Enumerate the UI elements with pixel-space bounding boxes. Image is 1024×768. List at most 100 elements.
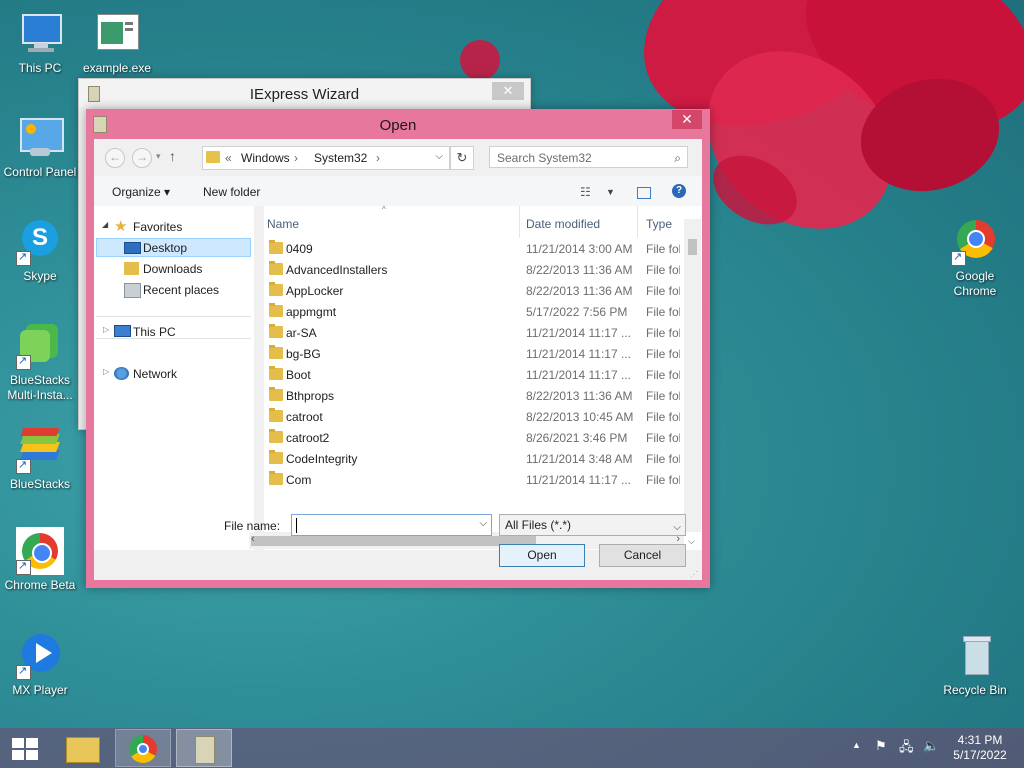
view-dropdown-icon[interactable]: ▼	[606, 187, 615, 197]
desktop-icon-google-chrome[interactable]: Google Chrome	[935, 218, 1015, 299]
taskbar-file-explorer[interactable]	[55, 729, 111, 767]
file-row[interactable]: Boot 11/21/2014 11:17 ... File fol	[264, 364, 684, 385]
folder-icon	[269, 387, 283, 401]
file-row-date: 11/21/2014 3:00 AM	[526, 242, 633, 256]
up-arrow-icon[interactable]: ↑	[169, 148, 176, 164]
file-name-input[interactable]: ⌵	[291, 514, 492, 536]
search-input[interactable]: Search System32 ⌕	[489, 146, 688, 168]
breadcrumb-system32[interactable]: System32	[314, 151, 367, 165]
downloads-folder-icon	[124, 262, 139, 275]
file-row[interactable]: catroot 8/22/2013 10:45 AM File fol	[264, 406, 684, 427]
clock-time: 4:31 PM	[957, 733, 1003, 747]
expand-this-pc-icon[interactable]: ▷	[103, 325, 109, 334]
desktop-icon-control-panel[interactable]: Control Panel	[0, 114, 80, 180]
column-header-date-modified[interactable]: Date modified	[526, 217, 600, 231]
address-bar[interactable]: « Windows › System32 › ⌵	[202, 146, 450, 170]
volume-muted-icon[interactable]: 🔈	[923, 738, 939, 754]
navigation-pane: ◢ ★ Favorites Desktop Downloads Recent p…	[94, 206, 254, 550]
divider	[96, 316, 251, 317]
back-arrow-icon[interactable]: ←	[105, 148, 125, 168]
preview-pane-icon[interactable]	[637, 187, 651, 199]
scroll-down-icon[interactable]: ⌵	[688, 536, 695, 547]
divider	[96, 338, 251, 339]
file-row-name: 0409	[286, 242, 313, 256]
address-dropdown-icon[interactable]: ⌵	[435, 151, 443, 162]
recent-locations-chevron-icon[interactable]: ▾	[156, 151, 161, 162]
collapse-favorites-icon[interactable]: ◢	[102, 220, 108, 229]
desktop-icon-example-exe[interactable]: example.exe	[77, 10, 157, 76]
iexpress-title: IExpress Wizard	[249, 86, 360, 103]
desktop-icon-label: BlueStacks	[9, 477, 71, 491]
vertical-scroll-thumb[interactable]	[688, 239, 697, 255]
file-row-name: Com	[286, 473, 312, 487]
column-header-type[interactable]: Type	[646, 217, 672, 231]
desktop-icon-recycle-bin[interactable]: Recycle Bin	[935, 632, 1015, 698]
bluestacks-multi-icon	[16, 322, 64, 370]
file-type-select[interactable]: All Files (*.*) ⌵	[499, 514, 686, 536]
desktop-icon-bluestacks[interactable]: BlueStacks	[0, 426, 80, 492]
close-button[interactable]: ✕	[672, 110, 702, 129]
file-type-value: All Files (*.*)	[505, 518, 572, 532]
chrome-beta-icon	[16, 527, 64, 575]
folder-icon	[269, 240, 283, 254]
file-row-type: File fol	[646, 452, 680, 466]
new-folder-button[interactable]: New folder	[203, 185, 260, 199]
breadcrumb-windows[interactable]: Windows	[241, 151, 290, 165]
column-divider[interactable]	[519, 206, 520, 238]
network-icon[interactable]: 🖧	[899, 738, 914, 760]
column-header-name[interactable]: Name	[267, 217, 299, 231]
organize-button[interactable]: Organize ▾	[112, 185, 170, 199]
file-row[interactable]: ar-SA 11/21/2014 11:17 ... File fol	[264, 322, 684, 343]
file-row[interactable]: appmgmt 5/17/2022 7:56 PM File fol	[264, 301, 684, 322]
horizontal-scroll-thumb[interactable]	[251, 536, 536, 546]
show-hidden-icons-chevron[interactable]: ▲	[852, 740, 861, 750]
file-row[interactable]: AppLocker 8/22/2013 11:36 AM File fol	[264, 280, 684, 301]
file-row[interactable]: catroot2 8/26/2021 3:46 PM File fol	[264, 427, 684, 448]
file-row[interactable]: Bthprops 8/22/2013 11:36 AM File fol	[264, 385, 684, 406]
desktop-icon-skype[interactable]: S Skype	[0, 218, 80, 284]
desktop-icon-this-pc[interactable]: This PC	[0, 10, 80, 76]
column-divider[interactable]	[637, 206, 638, 238]
file-row-name: catroot2	[286, 431, 330, 445]
file-row[interactable]: bg-BG 11/21/2014 11:17 ... File fol	[264, 343, 684, 364]
desktop-icon-label: Recycle Bin	[943, 683, 1007, 697]
taskbar-iexpress[interactable]	[176, 729, 232, 767]
scroll-left-icon[interactable]: ‹	[251, 533, 255, 545]
breadcrumb-separator: ›	[376, 151, 380, 165]
desktop-icon-mx-player[interactable]: MX Player	[0, 632, 80, 698]
file-explorer-icon	[66, 737, 100, 763]
file-row[interactable]: CodeIntegrity 11/21/2014 3:48 AM File fol	[264, 448, 684, 469]
file-row[interactable]: 0409 11/21/2014 3:00 AM File fol	[264, 238, 684, 259]
resize-grip-icon[interactable]: ⋰	[690, 570, 698, 579]
file-row[interactable]: Com 11/21/2014 11:17 ... File fol	[264, 469, 684, 490]
vertical-scrollbar[interactable]	[684, 219, 701, 532]
cancel-button[interactable]: Cancel	[599, 544, 686, 567]
iexpress-titlebar[interactable]: IExpress Wizard ✕	[79, 79, 530, 108]
network-icon	[114, 367, 129, 380]
iexpress-close-button[interactable]: ✕	[492, 82, 524, 100]
open-dialog-titlebar[interactable]: Open ✕	[86, 109, 710, 139]
clock[interactable]: 4:31 PM 5/17/2022	[950, 733, 1010, 763]
desktop-icon-label: MX Player	[12, 683, 68, 697]
taskbar-chrome[interactable]	[115, 729, 171, 767]
desktop-icon-chrome-beta[interactable]: Chrome Beta	[0, 527, 80, 593]
file-row-name: Boot	[286, 368, 311, 382]
start-button[interactable]	[0, 729, 48, 767]
forward-arrow-icon[interactable]: →	[132, 148, 152, 168]
desktop-icon-label: Chrome Beta	[4, 578, 76, 592]
breadcrumb-overflow[interactable]: «	[225, 151, 232, 165]
expand-network-icon[interactable]: ▷	[103, 367, 109, 376]
file-row-date: 8/26/2021 3:46 PM	[526, 431, 628, 445]
search-placeholder: Search System32	[497, 151, 592, 165]
file-row-name: appmgmt	[286, 305, 337, 319]
action-center-flag-icon[interactable]: ⚑	[875, 738, 887, 754]
help-icon[interactable]: ?	[672, 184, 686, 198]
folder-icon	[269, 303, 283, 317]
refresh-icon[interactable]: ↻	[450, 146, 474, 170]
view-options-icon[interactable]: ☷	[580, 185, 591, 199]
chevron-down-icon[interactable]: ⌵	[479, 518, 487, 529]
desktop-icon-bluestacks-multi[interactable]: BlueStacks Multi-Insta...	[0, 322, 80, 403]
open-button[interactable]: Open	[499, 544, 585, 567]
file-row[interactable]: AdvancedInstallers 8/22/2013 11:36 AM File…	[264, 259, 684, 280]
chevron-down-icon[interactable]: ⌵	[673, 518, 681, 538]
